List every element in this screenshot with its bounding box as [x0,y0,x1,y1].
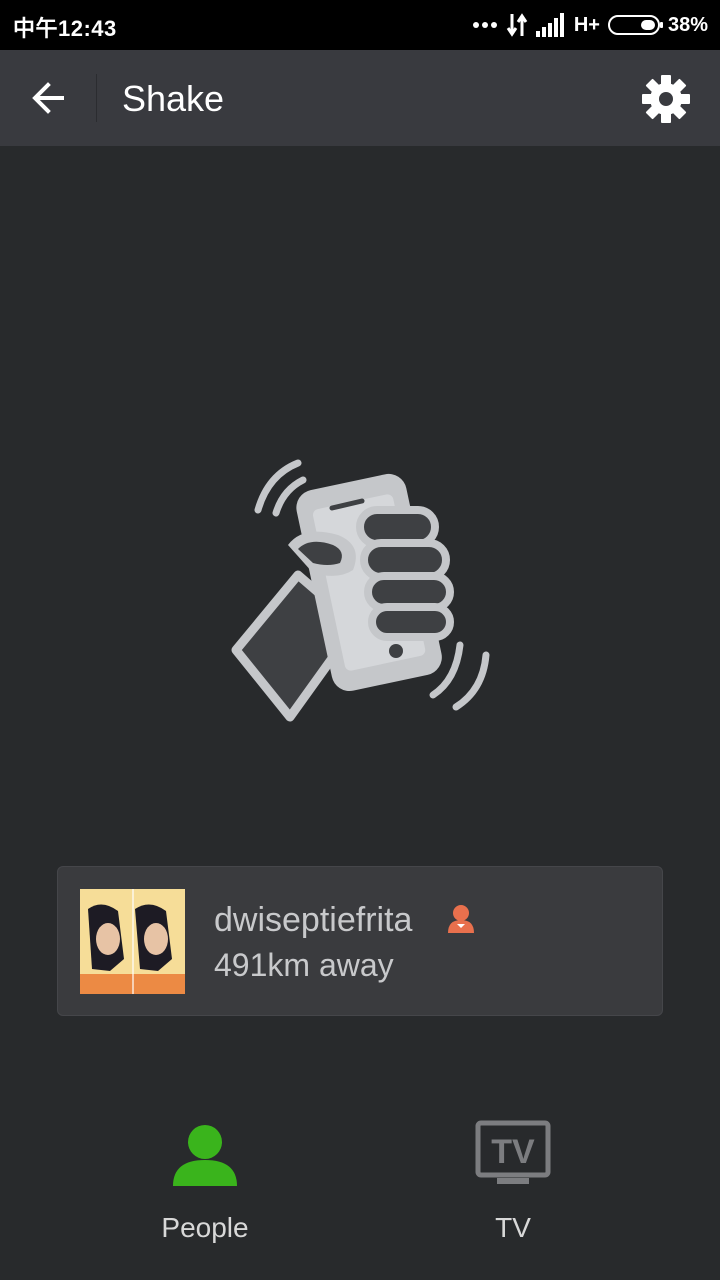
tv-icon: TV [475,1120,551,1184]
battery-percent: 38% [667,13,708,36]
avatar-photo-icon [80,889,185,994]
status-bar: 中午12:43 H+ 38% [0,0,720,50]
network-type: H+ [573,13,600,36]
hand-holding-phone-icon [231,459,490,722]
page-title: Shake [122,78,225,119]
arrow-left-icon [32,82,64,114]
header-divider [96,74,97,122]
tab-people[interactable]: People [105,1120,305,1250]
app-header: Shake [0,50,720,146]
battery-icon [607,15,663,35]
avatar [80,889,185,994]
tab-people-label: People [161,1212,249,1243]
female-icon [448,905,474,933]
status-time: 中午12:43 [13,16,117,41]
status-icons: H+ 38% [472,10,708,40]
shake-hand-illustration[interactable] [228,455,498,725]
shake-result-card[interactable]: dwiseptiefrita 491km away [57,866,663,1016]
data-transfer-icon [506,13,528,37]
signal-icon [535,13,564,37]
more-dots-icon [472,22,497,28]
gear-icon [642,75,690,123]
settings-button[interactable] [640,73,692,125]
person-icon [173,1125,237,1186]
tab-tv[interactable]: TV TV [413,1120,613,1250]
tab-tv-label: TV [495,1212,531,1243]
svg-text:TV: TV [491,1133,535,1171]
back-button[interactable] [24,74,74,124]
result-username: dwiseptiefrita [214,901,413,939]
result-distance: 491km away [214,947,394,983]
